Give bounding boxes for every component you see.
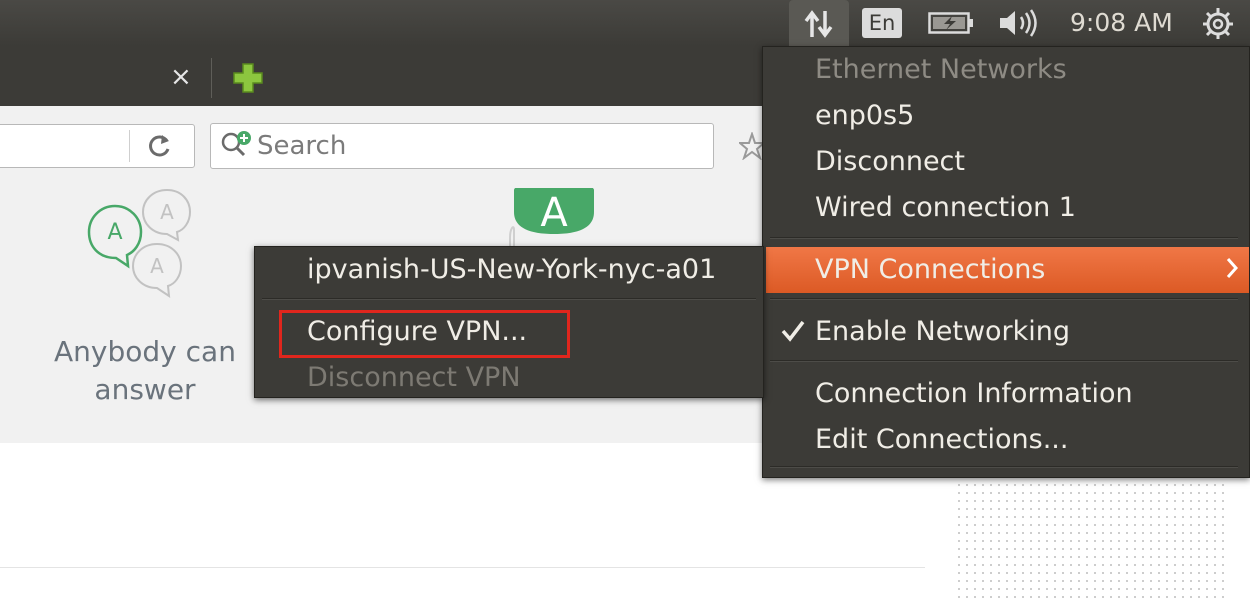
menu-item-connection-information[interactable]: Connection Information — [815, 376, 1133, 412]
tab-separator — [211, 58, 212, 98]
battery-charging-icon[interactable] — [928, 12, 974, 34]
content-divider — [0, 567, 925, 568]
answer-bubbles-icon: A A A — [87, 188, 192, 299]
menu-item-enp0s5[interactable]: enp0s5 — [815, 98, 914, 134]
network-indicator[interactable] — [789, 0, 849, 46]
highlight-annotation-box — [279, 310, 570, 358]
vpn-item-disconnect: Disconnect VPN — [307, 362, 521, 393]
hero-caption: Anybody can answer — [54, 335, 236, 406]
network-arrows-icon — [804, 10, 833, 38]
chevron-right-icon — [1226, 258, 1239, 278]
volume-icon[interactable] — [998, 9, 1042, 37]
keyboard-language-indicator[interactable]: En — [862, 8, 902, 38]
tab-close-button[interactable]: × — [170, 62, 192, 92]
menu-item-vpn-label: VPN Connections — [815, 254, 1046, 285]
svg-text:A: A — [150, 254, 164, 278]
menu-separator — [770, 298, 1238, 300]
new-tab-plus-icon[interactable] — [232, 62, 264, 94]
reload-icon[interactable] — [146, 132, 174, 160]
submenu-separator — [262, 298, 756, 300]
menu-header-ethernet: Ethernet Networks — [815, 54, 1067, 85]
menu-item-enable-networking[interactable]: Enable Networking — [815, 314, 1070, 350]
menu-item-disconnect[interactable]: Disconnect — [815, 144, 965, 180]
avatar-letter: A — [540, 190, 568, 236]
svg-text:A: A — [160, 200, 174, 224]
top-panel — [0, 0, 1250, 46]
clock[interactable]: 9:08 AM — [1070, 5, 1173, 41]
check-icon — [781, 320, 805, 342]
search-icon — [221, 131, 251, 157]
vpn-item-ipvanish[interactable]: ipvanish-US-New-York-nyc-a01 — [307, 252, 716, 288]
power-gear-icon[interactable] — [1201, 6, 1235, 40]
menu-item-wired-connection[interactable]: Wired connection 1 — [815, 190, 1076, 226]
menu-separator — [770, 466, 1238, 468]
svg-text:A: A — [107, 220, 122, 245]
dotted-pattern — [955, 465, 1227, 602]
menu-separator — [770, 237, 1238, 239]
url-bar-separator — [129, 130, 130, 162]
menu-separator — [770, 360, 1238, 362]
search-input[interactable] — [257, 128, 697, 164]
menu-item-edit-connections[interactable]: Edit Connections... — [815, 422, 1068, 458]
